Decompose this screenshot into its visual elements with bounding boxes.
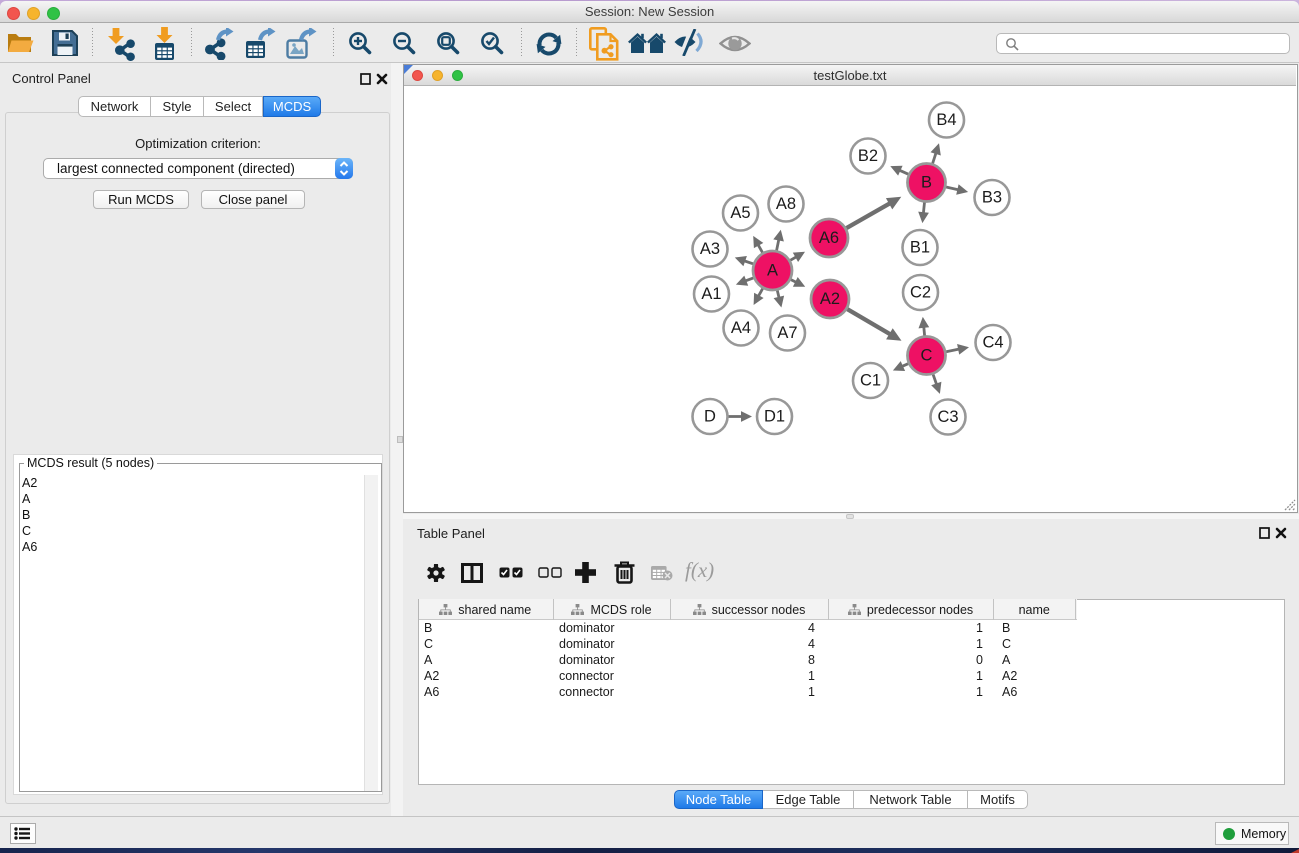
svg-text:D: D [704, 408, 716, 426]
svg-text:A2: A2 [820, 290, 840, 308]
svg-text:B3: B3 [982, 189, 1002, 207]
svg-text:C4: C4 [982, 334, 1003, 352]
svg-text:D1: D1 [764, 408, 785, 426]
svg-text:C: C [921, 347, 933, 365]
svg-text:A3: A3 [700, 240, 720, 258]
svg-text:A5: A5 [730, 204, 750, 222]
svg-text:A8: A8 [776, 195, 796, 213]
svg-text:A1: A1 [701, 285, 721, 303]
svg-text:B1: B1 [910, 239, 930, 257]
svg-text:B: B [921, 174, 932, 192]
svg-text:C2: C2 [910, 284, 931, 302]
svg-text:A6: A6 [819, 229, 839, 247]
svg-text:A: A [767, 262, 778, 280]
svg-text:B2: B2 [858, 147, 878, 165]
svg-text:A7: A7 [777, 324, 797, 342]
svg-text:B4: B4 [936, 111, 956, 129]
svg-text:A4: A4 [731, 319, 751, 337]
svg-text:C1: C1 [860, 372, 881, 390]
svg-text:C3: C3 [937, 408, 958, 426]
